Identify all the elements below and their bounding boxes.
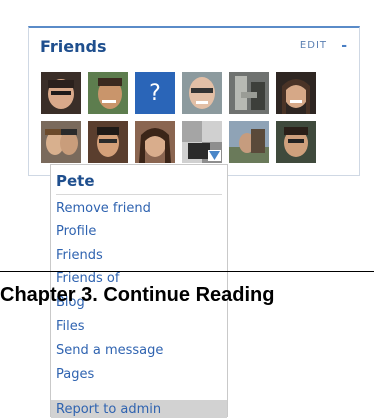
menu-item-friends[interactable]: Friends <box>56 248 103 263</box>
menu-item-pages[interactable]: Pages <box>56 367 94 382</box>
widget-title: Friends <box>40 37 107 56</box>
avatar-5[interactable] <box>229 72 269 114</box>
menu-item-remove-friend[interactable]: Remove friend <box>56 201 151 216</box>
avatar-7[interactable] <box>41 121 81 163</box>
edit-link[interactable]: EDIT <box>300 40 327 51</box>
avatar-9[interactable] <box>135 121 175 163</box>
menu-divider <box>56 194 222 195</box>
menu-item-report-label: Report to admin <box>56 402 162 417</box>
avatar-12[interactable] <box>276 121 316 163</box>
menu-trigger-arrow-icon[interactable] <box>208 150 221 161</box>
avatar-4[interactable] <box>182 72 222 114</box>
menu-item-files[interactable]: Files <box>56 319 85 334</box>
friends-widget: Friends EDIT - ? <box>28 26 360 176</box>
chapter-heading: Chapter 3. Continue Reading <box>0 284 275 306</box>
widget-header: Friends EDIT - <box>29 28 359 64</box>
avatar-3-placeholder-icon[interactable]: ? <box>135 72 175 114</box>
menu-item-send-message[interactable]: Send a message <box>56 343 163 358</box>
avatar-6[interactable] <box>276 72 316 114</box>
avatar-11[interactable] <box>229 121 269 163</box>
avatar-2[interactable] <box>88 72 128 114</box>
avatar-8[interactable] <box>88 121 128 163</box>
chapter-divider <box>0 271 374 272</box>
collapse-icon[interactable]: - <box>341 38 347 54</box>
menu-item-profile[interactable]: Profile <box>56 224 96 239</box>
avatar-1[interactable] <box>41 72 81 114</box>
avatar-10-pete[interactable] <box>182 121 222 163</box>
menu-friend-name: Pete <box>56 172 95 190</box>
menu-item-report-to-admin[interactable]: Report to admin <box>51 400 227 418</box>
